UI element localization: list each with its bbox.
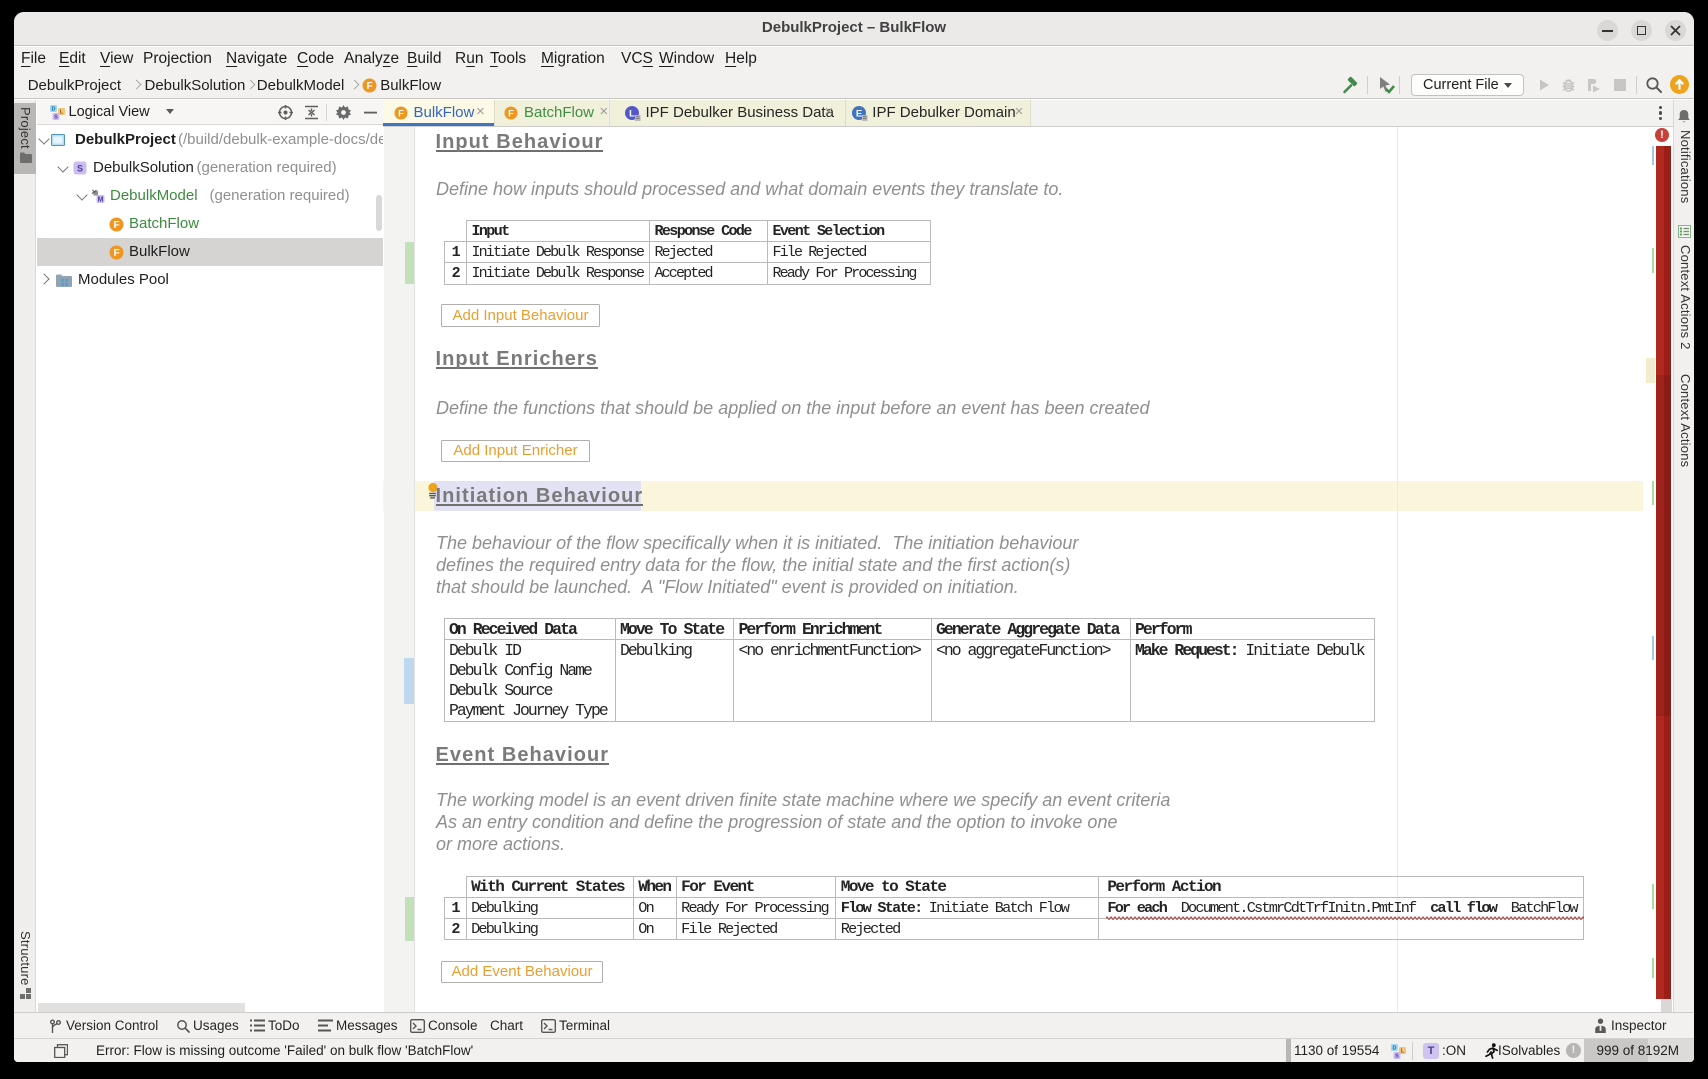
svg-text:F: F: [366, 81, 372, 92]
svg-text:D: D: [51, 107, 55, 113]
svg-text:S: S: [77, 164, 83, 174]
svg-text:F: F: [113, 220, 119, 231]
svg-text:L: L: [629, 108, 635, 119]
svg-text:F: F: [509, 108, 515, 118]
svg-text:F: F: [398, 108, 404, 118]
svg-text:S: S: [54, 115, 58, 120]
svg-text:S: S: [1395, 1053, 1399, 1058]
svg-text:E: E: [856, 108, 862, 119]
svg-text:D: D: [1393, 1045, 1397, 1051]
svg-text:F: F: [113, 248, 119, 259]
svg-text:M: M: [98, 196, 104, 203]
